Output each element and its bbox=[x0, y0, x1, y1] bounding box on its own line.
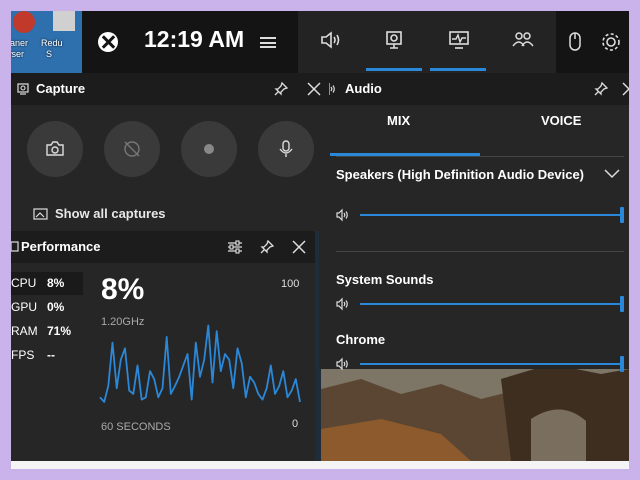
slider-track bbox=[360, 363, 622, 365]
metric-value: 71% bbox=[47, 324, 72, 338]
pin-icon[interactable] bbox=[593, 81, 609, 97]
widget-bar bbox=[298, 11, 556, 73]
graph-duration-label: 60 SECONDS bbox=[101, 421, 171, 433]
metric-gpu[interactable]: GPU 0% bbox=[11, 296, 83, 319]
metric-value: 0% bbox=[47, 300, 65, 314]
audio-widget-button[interactable] bbox=[300, 11, 360, 73]
chevron-down-icon[interactable] bbox=[604, 169, 620, 179]
metric-cpu[interactable]: CPU 8% bbox=[11, 272, 83, 295]
capture-panel-title: Capture bbox=[36, 81, 86, 96]
slider-track bbox=[360, 303, 622, 305]
metric-fps[interactable]: FPS -- bbox=[11, 344, 83, 367]
capture-panel-header: Capture bbox=[11, 73, 329, 105]
reduce-icon bbox=[53, 11, 75, 31]
performance-panel: Performance CPU 8% GPU 0% RAM 71% FPS --… bbox=[11, 231, 315, 461]
game-bar-top: 12:19 AM bbox=[82, 11, 629, 73]
app-name-chrome: Chrome bbox=[336, 332, 386, 347]
performance-widget-button[interactable] bbox=[428, 11, 488, 73]
game-bar-home: 12:19 AM bbox=[82, 11, 298, 73]
slider-thumb[interactable] bbox=[620, 356, 624, 372]
record-last-icon bbox=[124, 141, 140, 157]
close-icon[interactable] bbox=[621, 81, 629, 97]
pin-icon[interactable] bbox=[273, 81, 289, 97]
slider-thumb[interactable] bbox=[620, 207, 624, 223]
social-widget-button[interactable] bbox=[492, 11, 552, 73]
game-bar-right bbox=[556, 11, 629, 73]
divider bbox=[336, 251, 624, 252]
audio-panel-title: Audio bbox=[345, 81, 382, 96]
wallpaper-rocks bbox=[321, 359, 629, 461]
performance-panel-title: Performance bbox=[21, 239, 101, 254]
pin-icon[interactable] bbox=[259, 239, 275, 255]
capture-icon bbox=[17, 83, 29, 95]
microphone-button[interactable] bbox=[258, 121, 314, 177]
social-icon bbox=[512, 32, 534, 47]
speaker-icon bbox=[321, 31, 340, 49]
desktop-icon-label: Redu S bbox=[41, 38, 63, 59]
close-icon[interactable] bbox=[291, 239, 307, 255]
performance-icon bbox=[11, 241, 19, 252]
xbox-icon[interactable] bbox=[98, 32, 118, 52]
microphone-icon bbox=[279, 140, 293, 157]
desktop-area: eaner wser Redu S bbox=[11, 11, 82, 73]
tab-voice[interactable]: VOICE bbox=[541, 113, 581, 128]
tab-mix[interactable]: MIX bbox=[387, 113, 410, 128]
metric-name: RAM bbox=[11, 324, 38, 338]
metric-ram[interactable]: RAM 71% bbox=[11, 320, 83, 343]
divider bbox=[336, 156, 624, 157]
slider-track bbox=[360, 214, 622, 216]
metric-value: -- bbox=[47, 348, 55, 362]
audio-device-name[interactable]: Speakers (High Definition Audio Device) bbox=[336, 167, 584, 182]
taskbar-edge bbox=[11, 461, 629, 469]
capture-widget-button[interactable] bbox=[364, 11, 424, 73]
start-recording-button[interactable] bbox=[181, 121, 237, 177]
record-dot-icon bbox=[204, 144, 214, 154]
performance-active-indicator bbox=[430, 68, 486, 71]
performance-icon bbox=[449, 31, 469, 49]
metric-name: FPS bbox=[11, 348, 35, 362]
metric-name: CPU bbox=[11, 276, 37, 290]
ccleaner-icon bbox=[13, 11, 35, 33]
graph-max-label: 100 bbox=[281, 278, 300, 290]
audio-panel: Audio MIX VOICE Speakers (High Definitio… bbox=[319, 73, 629, 372]
metric-name: GPU bbox=[11, 300, 38, 314]
desktop-icon-label: eaner wser bbox=[11, 38, 29, 59]
desktop-screen: eaner wser Redu S 12:19 AM bbox=[11, 11, 629, 469]
metric-value: 8% bbox=[47, 276, 65, 290]
cpu-usage-line bbox=[99, 324, 301, 403]
options-icon[interactable] bbox=[227, 239, 243, 255]
system-sounds-volume-slider[interactable] bbox=[336, 296, 626, 312]
close-icon[interactable] bbox=[306, 81, 322, 97]
app-name-system-sounds: System Sounds bbox=[336, 272, 434, 287]
capture-icon bbox=[386, 31, 402, 49]
record-last-button[interactable] bbox=[104, 121, 160, 177]
gallery-icon bbox=[33, 208, 48, 220]
speaker-icon bbox=[336, 297, 348, 311]
performance-panel-header: Performance bbox=[11, 231, 315, 263]
chrome-volume-slider[interactable] bbox=[336, 356, 626, 372]
camera-icon bbox=[46, 141, 64, 156]
menu-icon[interactable] bbox=[260, 37, 276, 48]
cpu-usage-graph bbox=[99, 324, 301, 403]
capture-panel: Capture Show all captures bbox=[11, 73, 329, 231]
desktop-icon-reduce[interactable]: Redu S bbox=[41, 11, 83, 73]
device-volume-slider[interactable] bbox=[336, 207, 626, 223]
slider-thumb[interactable] bbox=[620, 296, 624, 312]
audio-panel-header: Audio bbox=[319, 73, 629, 105]
screenshot-button[interactable] bbox=[27, 121, 83, 177]
speaker-icon bbox=[336, 357, 348, 371]
capture-active-indicator bbox=[366, 68, 422, 71]
show-all-captures-label: Show all captures bbox=[55, 206, 166, 221]
mouse-icon[interactable] bbox=[568, 31, 582, 53]
clock: 12:19 AM bbox=[144, 26, 245, 52]
wallpaper bbox=[321, 359, 629, 461]
gear-icon[interactable] bbox=[600, 31, 622, 53]
speaker-icon bbox=[336, 208, 348, 222]
graph-min-label: 0 bbox=[292, 418, 299, 430]
